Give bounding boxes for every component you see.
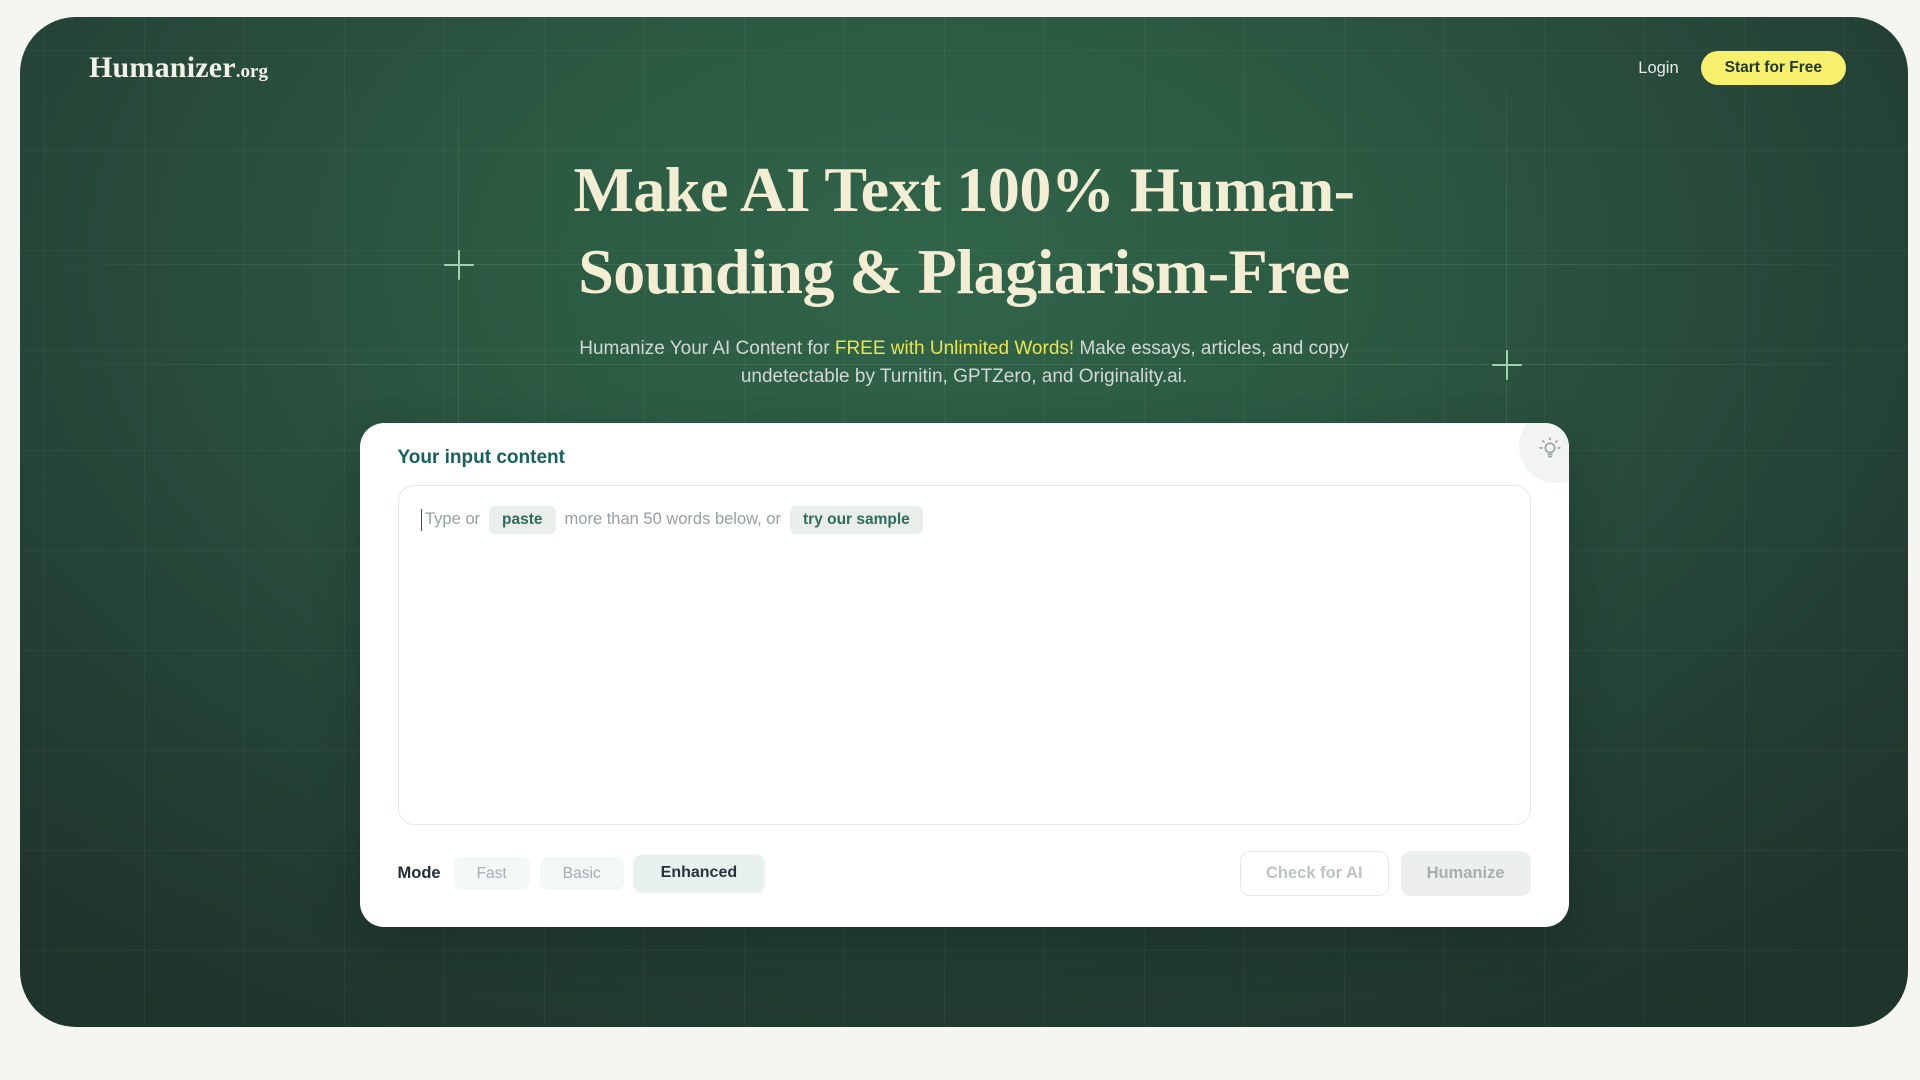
placeholder-row: Type or paste more than 50 words below, … (421, 506, 1508, 534)
humanize-button[interactable]: Humanize (1401, 851, 1531, 896)
logo-tld: .org (236, 61, 268, 82)
card-footer: Mode Fast Basic Enhanced Check for AI Hu… (398, 851, 1531, 896)
content-input-textarea[interactable]: Type or paste more than 50 words below, … (398, 485, 1531, 825)
mode-label: Mode (398, 864, 441, 883)
plus-marker (1492, 350, 1522, 380)
placeholder-text: more than 50 words below, or (565, 510, 781, 529)
lightbulb-icon (1537, 436, 1563, 462)
subtitle-text: Humanize Your AI Content for (579, 338, 829, 359)
hero-title: Make AI Text 100% Human- Sounding & Plag… (20, 149, 1908, 313)
hero-subtitle: Humanize Your AI Content for FREE with U… (554, 335, 1374, 391)
top-navigation: Humanizer.org Login Start for Free (20, 17, 1908, 85)
mode-basic-button[interactable]: Basic (540, 857, 624, 891)
try-our-sample-button[interactable]: try our sample (790, 506, 923, 534)
hero-title-line1: Make AI Text 100% Human- (574, 154, 1355, 225)
hero-panel: Humanizer.org Login Start for Free Make … (20, 17, 1908, 1027)
logo[interactable]: Humanizer.org (89, 53, 268, 83)
input-card: Your input content Type or paste more th… (360, 423, 1569, 927)
hero-title-line2: Sounding & Plagiarism-Free (578, 236, 1350, 307)
start-for-free-button[interactable]: Start for Free (1701, 51, 1846, 85)
tips-button[interactable] (1519, 423, 1569, 483)
logo-name: Humanizer (89, 51, 236, 84)
text-caret (421, 509, 423, 531)
subtitle-highlight: FREE with Unlimited Words! (835, 338, 1074, 359)
nav-actions: Login Start for Free (1638, 51, 1846, 85)
action-buttons: Check for AI Humanize (1240, 851, 1531, 896)
mode-enhanced-button[interactable]: Enhanced (634, 855, 764, 891)
check-for-ai-button[interactable]: Check for AI (1240, 851, 1389, 896)
card-title: Your input content (398, 447, 1531, 469)
mode-fast-button[interactable]: Fast (454, 857, 530, 891)
mode-selector: Mode Fast Basic Enhanced (398, 855, 765, 891)
paste-button[interactable]: paste (489, 506, 556, 534)
login-link[interactable]: Login (1638, 59, 1678, 78)
placeholder-text: Type or (425, 510, 480, 529)
